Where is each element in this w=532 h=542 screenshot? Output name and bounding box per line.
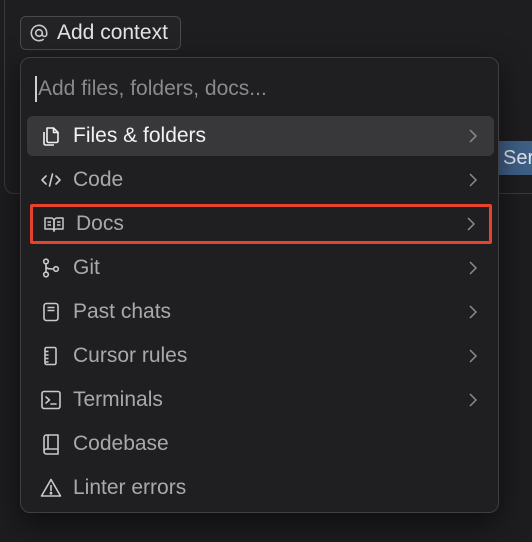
files-icon xyxy=(39,124,63,148)
chevron-right-icon xyxy=(466,129,480,143)
menu-item-label: Linter errors xyxy=(73,476,187,499)
chat-history-icon xyxy=(39,300,63,324)
screen: Ser Add context Files & folders xyxy=(0,0,532,542)
chevron-right-icon xyxy=(466,349,480,363)
context-search[interactable] xyxy=(35,66,475,112)
menu-item-files-folders[interactable]: Files & folders xyxy=(27,116,494,156)
menu-item-label: Files & folders xyxy=(73,124,207,147)
menu-item-label: Cursor rules xyxy=(73,344,188,367)
chevron-right-icon xyxy=(466,173,480,187)
add-context-label: Add context xyxy=(57,21,168,44)
menu-item-cursor-rules[interactable]: Cursor rules xyxy=(27,336,494,376)
menu-item-docs[interactable]: Docs xyxy=(30,204,492,244)
text-caret xyxy=(35,76,37,102)
warning-icon xyxy=(39,476,63,500)
chevron-right-icon xyxy=(466,261,480,275)
menu-item-label: Docs xyxy=(76,212,124,235)
git-branch-icon xyxy=(39,256,63,280)
menu-item-linter-errors[interactable]: Linter errors xyxy=(27,468,494,508)
rules-icon xyxy=(39,344,63,368)
code-icon xyxy=(39,168,63,192)
send-button[interactable]: Ser xyxy=(497,141,532,175)
menu-item-terminals[interactable]: Terminals xyxy=(27,380,494,420)
context-search-input[interactable] xyxy=(38,77,458,101)
chevron-right-icon xyxy=(466,305,480,319)
menu-item-past-chats[interactable]: Past chats xyxy=(27,292,494,332)
menu-item-label: Past chats xyxy=(73,300,172,323)
book-icon xyxy=(42,212,66,236)
menu-item-codebase[interactable]: Codebase xyxy=(27,424,494,464)
menu-item-label: Git xyxy=(73,256,100,279)
codebase-icon xyxy=(39,432,63,456)
menu-item-label: Code xyxy=(73,168,124,191)
menu-item-label: Codebase xyxy=(73,432,169,455)
chevron-right-icon xyxy=(464,217,478,231)
terminal-icon xyxy=(39,388,63,412)
menu-item-code[interactable]: Code xyxy=(27,160,494,200)
menu-item-git[interactable]: Git xyxy=(27,248,494,288)
at-sign-icon xyxy=(29,23,49,43)
add-context-button[interactable]: Add context xyxy=(20,16,181,50)
chevron-right-icon xyxy=(466,393,480,407)
context-menu: Files & folders Code xyxy=(20,57,499,513)
menu-item-label: Terminals xyxy=(73,388,163,411)
